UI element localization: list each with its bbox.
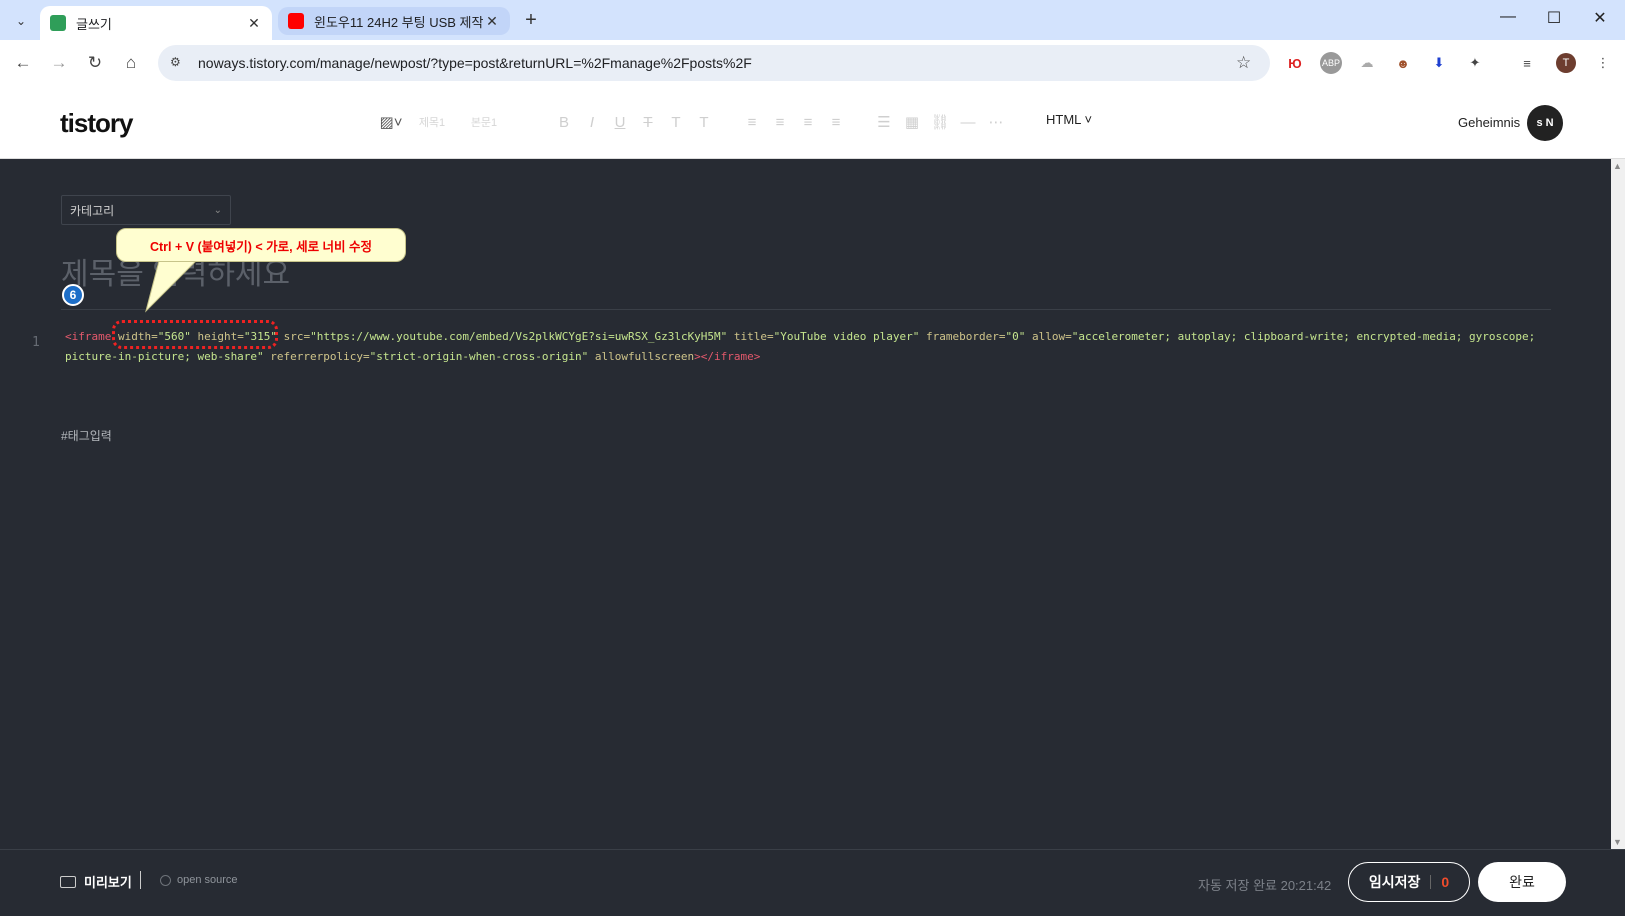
code-token: allowfullscreen	[588, 350, 695, 363]
divider-icon[interactable]: —	[954, 114, 982, 131]
maximize-button[interactable]: ☐	[1544, 8, 1564, 28]
text-color-icon[interactable]: T	[662, 114, 690, 131]
code-token: "YouTube video player"	[773, 330, 920, 343]
italic-icon[interactable]: I	[578, 114, 606, 131]
new-tab-button[interactable]: +	[520, 9, 542, 32]
reload-icon[interactable]: ↻	[84, 52, 106, 74]
html-mode-label: HTML	[1046, 112, 1081, 127]
avatar[interactable]: s N	[1527, 105, 1563, 141]
align-justify-icon[interactable]: ≡	[822, 114, 850, 131]
heading-dropdown[interactable]: 제목1	[406, 114, 458, 130]
bookmark-star-icon[interactable]: ☆	[1236, 53, 1256, 73]
html-mode-dropdown[interactable]: HTML ˅	[1046, 112, 1092, 127]
code-token: frameborder=	[919, 330, 1006, 343]
chevron-down-icon: ˅	[1080, 112, 1093, 127]
line-number: 1	[32, 335, 40, 350]
strikethrough-icon[interactable]: T	[634, 114, 662, 131]
draft-save-button[interactable]: 임시저장 0	[1348, 862, 1470, 902]
extension-face-icon[interactable]: ☻	[1392, 52, 1414, 74]
code-token: "strict-origin-when-cross-origin"	[369, 350, 589, 363]
open-source-link[interactable]: open source	[160, 874, 238, 886]
tab-search-chevron-icon[interactable]: ⌄	[8, 8, 34, 34]
minimize-button[interactable]: —	[1498, 8, 1518, 26]
footer-divider	[140, 871, 141, 889]
align-right-icon[interactable]: ≡	[794, 114, 822, 131]
step-number-badge: 6	[62, 284, 84, 306]
tab-close-icon[interactable]: ✕	[246, 15, 262, 32]
back-icon[interactable]: ←	[12, 52, 34, 74]
tab-title: 글쓰기	[76, 16, 112, 32]
draft-count[interactable]: 0	[1441, 874, 1449, 890]
image-insert-icon[interactable]: ▨˅	[376, 113, 406, 131]
tistory-logo[interactable]: tistory	[60, 108, 133, 139]
tistory-header: tistory ▨˅ 제목1 본문1 B I U T T T ≡ ≡ ≡ ≡ ☰…	[0, 86, 1625, 159]
open-source-icon	[160, 874, 171, 886]
tab-title: 윈도우11 24H2 부팅 USB 제작	[314, 14, 484, 30]
underline-icon[interactable]: U	[606, 114, 634, 131]
code-token: "https://www.youtube.com/embed/Vs2plkWCY…	[310, 330, 728, 343]
forward-icon[interactable]: →	[48, 52, 70, 74]
draft-separator	[1430, 875, 1432, 889]
media-control-icon[interactable]: ≡	[1516, 52, 1538, 74]
highlight-dashed-box	[112, 320, 278, 349]
preview-button[interactable]: 미리보기	[60, 872, 132, 891]
body-dropdown[interactable]: 본문1	[458, 114, 510, 130]
user-name[interactable]: Geheimnis	[1458, 115, 1520, 130]
code-token: title=	[727, 330, 774, 343]
close-window-button[interactable]: ✕	[1590, 8, 1610, 28]
tab-youtube[interactable]: 윈도우11 24H2 부팅 USB 제작 ✕	[278, 7, 510, 35]
code-token: src=	[276, 330, 311, 343]
code-token: <iframe	[65, 330, 112, 343]
extensions-puzzle-icon[interactable]: ✦	[1464, 52, 1486, 74]
extension-download-icon[interactable]: ⬇	[1428, 52, 1450, 74]
link-icon[interactable]: ⛓	[926, 113, 954, 131]
profile-avatar[interactable]: T	[1556, 53, 1576, 73]
background-color-icon[interactable]: T	[690, 114, 718, 131]
align-left-icon[interactable]: ≡	[738, 114, 766, 131]
extension-yandex-icon[interactable]: Ю	[1284, 52, 1306, 74]
monitor-icon	[60, 875, 76, 888]
scroll-up-icon[interactable]: ▲	[1613, 161, 1622, 171]
align-center-icon[interactable]: ≡	[766, 114, 794, 131]
code-token: "0"	[1005, 330, 1026, 343]
url-text[interactable]: noways.tistory.com/manage/newpost/?type=…	[198, 55, 1236, 71]
list-icon[interactable]: ☰	[870, 113, 898, 131]
extension-adblock-icon[interactable]: ABP	[1320, 52, 1342, 74]
table-icon[interactable]: ▦	[898, 113, 926, 131]
more-icon[interactable]: ⋯	[982, 113, 1010, 131]
editor-area: 카테고리 ⌄ 제목을 입력하세요 1 <iframe width="560" h…	[0, 159, 1625, 849]
site-info-icon[interactable]: ⚙	[170, 55, 186, 71]
html-code-editor[interactable]: <iframe width="560" height="315" src="ht…	[65, 327, 1545, 367]
browser-toolbar: ← → ↻ ⌂ ⚙ noways.tistory.com/manage/newp…	[0, 40, 1625, 86]
code-token: allow=	[1025, 330, 1072, 343]
open-source-label: open source	[177, 874, 238, 886]
draft-label: 임시저장	[1368, 874, 1421, 890]
menu-kebab-icon[interactable]: ⋮	[1592, 52, 1614, 74]
annotation-callout: Ctrl + V (붙여넣기) < 가로, 세로 너비 수정	[116, 228, 406, 262]
preview-label: 미리보기	[84, 875, 132, 890]
editor-footer: 미리보기 open source 자동 저장 완료 20:21:42 임시저장 …	[0, 849, 1625, 916]
tab-close-icon[interactable]: ✕	[484, 13, 500, 30]
code-token: ></iframe>	[694, 350, 761, 363]
tab-write[interactable]: 글쓰기 ✕	[40, 6, 272, 40]
browser-tab-bar: ⌄ 글쓰기 ✕ 윈도우11 24H2 부팅 USB 제작 ✕ + — ☐ ✕	[0, 0, 1625, 40]
youtube-favicon-icon	[288, 13, 304, 29]
publish-button[interactable]: 완료	[1478, 862, 1566, 902]
bold-icon[interactable]: B	[550, 114, 578, 131]
autosave-status: 자동 저장 완료 20:21:42	[1198, 878, 1332, 893]
address-bar[interactable]: ⚙ noways.tistory.com/manage/newpost/?typ…	[158, 45, 1270, 81]
code-token: referrerpolicy=	[263, 350, 370, 363]
editor-toolbar: ▨˅ 제목1 본문1 B I U T T T ≡ ≡ ≡ ≡ ☰ ▦ ⛓ — ⋯	[376, 110, 1010, 134]
tag-input[interactable]: #태그입력	[61, 427, 112, 444]
extension-cloud-icon[interactable]: ☁	[1356, 52, 1378, 74]
home-icon[interactable]: ⌂	[120, 52, 142, 74]
vertical-scrollbar[interactable]: ▲ ▼	[1611, 159, 1625, 849]
tistory-favicon-icon	[50, 15, 66, 31]
scroll-down-icon[interactable]: ▼	[1613, 837, 1622, 847]
